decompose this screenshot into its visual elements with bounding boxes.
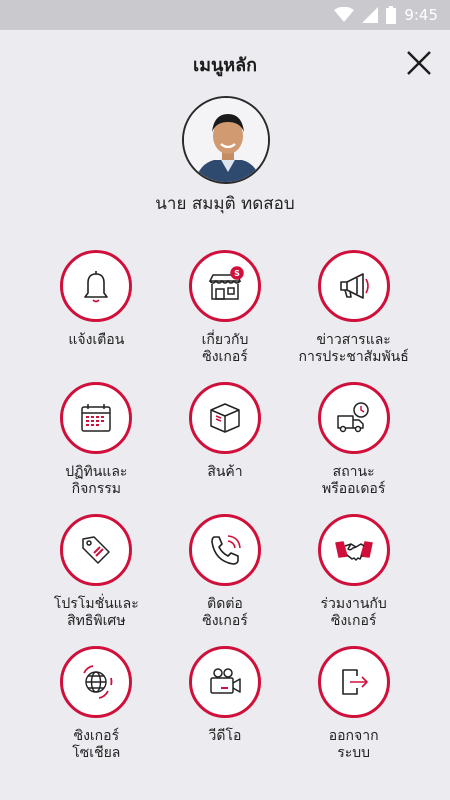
battery-icon — [386, 6, 397, 24]
user-name: นาย สมมุติ ทดสอบ — [155, 194, 295, 214]
menu-promotions[interactable]: โปรโมชั่นและ สิทธิพิเศษ — [32, 514, 161, 646]
menu-label: สินค้า — [207, 464, 243, 480]
megaphone-icon — [339, 273, 369, 299]
menu-label: แจ้งเตือน — [68, 332, 125, 348]
logout-icon — [341, 669, 368, 695]
status-bar: 9:45 — [0, 0, 450, 30]
phone-icon — [211, 535, 241, 565]
menu-notifications[interactable]: แจ้งเตือน — [32, 250, 161, 382]
menu-logout[interactable]: ออกจาก ระบบ — [289, 646, 418, 778]
price-tag-icon — [82, 536, 111, 564]
menu-label: ข่าวสารและ การประชาสัมพันธ์ — [298, 332, 409, 365]
menu-singer-social[interactable]: ซิงเกอร์ โซเชียล — [32, 646, 161, 778]
menu-label: ออกจาก ระบบ — [328, 728, 379, 761]
menu-label: วีดีโอ — [208, 728, 242, 744]
close-icon — [407, 51, 431, 75]
store-icon: S — [208, 266, 244, 300]
wifi-icon — [334, 7, 355, 23]
globe-icon — [83, 665, 113, 699]
header: เมนูหลัก — [0, 30, 450, 94]
menu-label: สถานะ พรีออเดอร์ — [321, 464, 386, 497]
menu-about-singer[interactable]: S เกี่ยวกับ ซิงเกอร์ — [161, 250, 290, 382]
svg-text:S: S — [234, 269, 240, 278]
menu-label: ร่วมงานกับ ซิงเกอร์ — [320, 596, 387, 629]
signal-icon — [362, 7, 379, 23]
box-icon — [210, 403, 240, 433]
user-portrait-icon — [184, 98, 268, 182]
menu-label: ซิงเกอร์ โซเชียล — [72, 728, 121, 761]
menu-video[interactable]: วีดีโอ — [161, 646, 290, 778]
menu-contact-singer[interactable]: ติดต่อ ซิงเกอร์ — [161, 514, 290, 646]
handshake-icon — [334, 541, 373, 561]
close-button[interactable] — [406, 50, 432, 76]
menu-label: ปฏิทินและ กิจกรรม — [65, 464, 128, 497]
calendar-icon — [81, 404, 112, 432]
page-title: เมนูหลัก — [192, 55, 258, 76]
status-time: 9:45 — [404, 6, 438, 24]
menu-preorder-status[interactable]: สถานะ พรีออเดอร์ — [289, 382, 418, 514]
avatar[interactable] — [182, 96, 270, 184]
menu-calendar[interactable]: ปฏิทินและ กิจกรรม — [32, 382, 161, 514]
main-menu-grid: แจ้งเตือน S เกี่ยวกับ ซิงเกอร์ ข่าวสารแล… — [32, 250, 418, 778]
menu-products[interactable]: สินค้า — [161, 382, 290, 514]
menu-news[interactable]: ข่าวสารและ การประชาสัมพันธ์ — [289, 250, 418, 382]
menu-careers[interactable]: ร่วมงานกับ ซิงเกอร์ — [289, 514, 418, 646]
menu-label: เกี่ยวกับ ซิงเกอร์ — [201, 332, 249, 365]
video-camera-icon — [210, 668, 241, 694]
bell-icon — [84, 271, 109, 303]
menu-label: ติดต่อ ซิงเกอร์ — [202, 596, 248, 629]
delivery-truck-icon — [336, 402, 369, 433]
menu-label: โปรโมชั่นและ สิทธิพิเศษ — [53, 596, 139, 629]
